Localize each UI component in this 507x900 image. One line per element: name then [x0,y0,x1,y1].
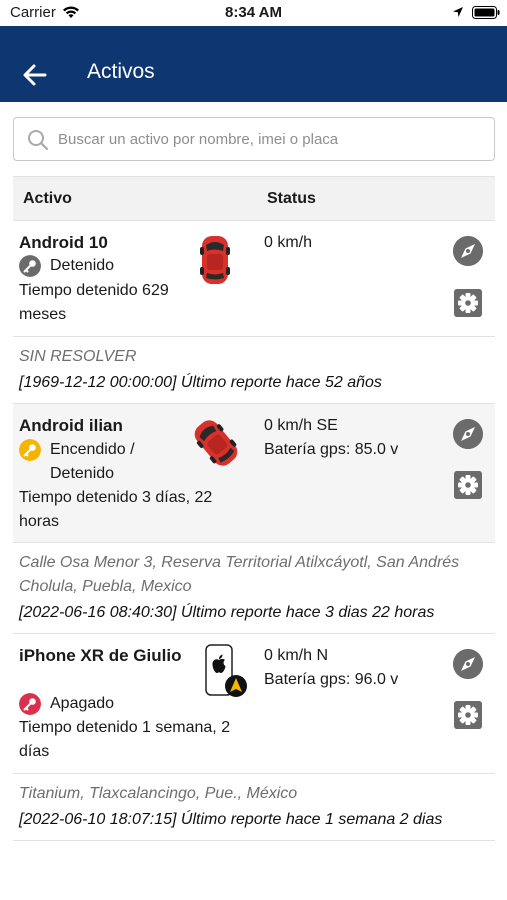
car-icon [200,236,230,284]
key-icon [19,693,41,715]
compass-icon[interactable] [453,236,483,266]
asset-location: Calle Osa Menor 3, Reserva Territorial A… [13,542,495,634]
gear-icon[interactable] [454,471,482,499]
car-icon [194,420,238,466]
gear-icon[interactable] [454,289,482,317]
search-box [13,117,495,161]
asset-location: Titanium, Tlaxcalancingo, Pue., México [… [13,773,495,841]
compass-icon[interactable] [453,419,483,449]
search-input[interactable] [58,118,478,160]
compass-icon[interactable] [453,649,483,679]
stopped-time: Tiempo detenido 3 días, 22 horas [19,489,213,530]
clock: 8:34 AM [225,4,282,21]
status-bar: Carrier 8:34 AM [0,0,507,26]
stopped-time: Tiempo detenido 1 semana, 2 días [19,719,231,760]
address-text: Calle Osa Menor 3, Reserva Territorial A… [19,554,460,595]
asset-row[interactable]: Android ilian Encendido / Detenido Tiemp… [13,404,495,542]
asset-name: Android ilian [19,416,123,435]
asset-battery: Batería gps: 96.0 v [264,671,399,688]
asset-speed: 0 km/h SE [264,417,338,434]
table-header: Activo Status [13,176,495,221]
search-icon [28,130,49,151]
asset-location: SIN RESOLVER [1969-12-12 00:00:00] Últim… [13,336,495,404]
address-text: Titanium, Tlaxcalancingo, Pue., México [19,785,298,802]
asset-speed: 0 km/h [264,234,313,251]
app-header: Activos [0,26,507,102]
stopped-time: Tiempo detenido 629 meses [19,282,169,323]
gear-icon[interactable] [454,701,482,729]
phone-icon [205,644,247,697]
asset-row[interactable]: iPhone XR de Giulio Apagado Tiempo deten… [13,634,495,773]
battery-icon [472,6,500,19]
address-text: SIN RESOLVER [19,348,137,365]
asset-name: iPhone XR de Giulio [19,646,182,665]
arrow-left-icon[interactable] [22,62,48,88]
last-report-text: [2022-06-16 08:40:30] Último reporte hac… [19,604,435,621]
asset-name: Android 10 [19,233,108,252]
asset-battery: Batería gps: 85.0 v [264,441,399,458]
location-arrow-icon [453,7,463,17]
page-title: Activos [87,60,155,83]
key-icon [19,439,41,461]
last-report-text: [2022-06-10 18:07:15] Último reporte hac… [19,811,443,828]
column-header-asset: Activo [23,190,72,207]
key-icon [19,255,41,277]
asset-state: Encendido / Detenido [19,438,189,486]
last-report-text: [1969-12-12 00:00:00] Último reporte hac… [19,374,382,391]
asset-speed: 0 km/h N [264,647,329,664]
asset-row[interactable]: Android 10 Detenido Tiempo detenido 629 … [13,221,495,336]
column-header-status: Status [267,190,316,207]
